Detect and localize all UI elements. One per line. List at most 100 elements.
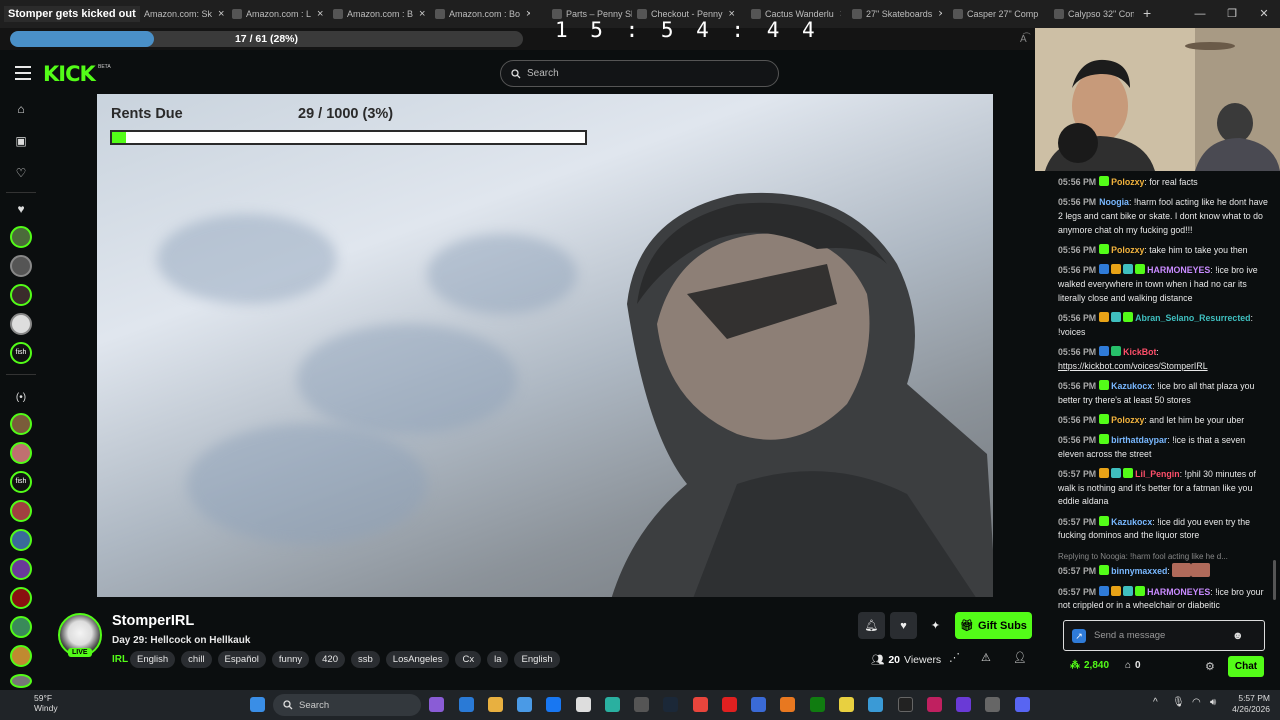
wifi-icon[interactable]: ◠ (1192, 697, 1201, 708)
minimize-icon[interactable]: — (1184, 0, 1216, 28)
chat-username[interactable]: binnymaxxed (1111, 566, 1167, 576)
tab-close-icon[interactable]: × (218, 8, 224, 20)
stream-tag[interactable]: la (487, 651, 509, 668)
file-explorer-icon[interactable] (488, 697, 503, 712)
taskbar-app-icon[interactable] (751, 697, 766, 712)
restore-icon[interactable]: ❐ (1216, 0, 1248, 28)
terminal-icon[interactable] (898, 697, 913, 712)
taskbar-app-icon[interactable] (780, 697, 795, 712)
stream-tag[interactable]: Cx (455, 651, 482, 668)
chat-username[interactable]: Noogia (1099, 197, 1129, 207)
search-bar[interactable]: Search (500, 60, 779, 87)
discord-icon[interactable] (1015, 697, 1030, 712)
taskbar-app-icon[interactable] (985, 697, 1000, 712)
store-app-icon[interactable] (517, 697, 532, 712)
followed-channel-avatar[interactable] (10, 313, 32, 335)
taskbar-app-icon[interactable] (459, 697, 474, 712)
stream-tag[interactable]: 420 (315, 651, 345, 668)
youtube-icon[interactable] (722, 697, 737, 712)
home-icon[interactable]: ⌂ (10, 98, 32, 120)
stream-category[interactable]: IRL (112, 654, 128, 665)
follow-button[interactable]: ♥ (890, 612, 917, 639)
amazon-icon[interactable] (576, 697, 591, 712)
stream-tag[interactable]: English (130, 651, 176, 668)
recommended-channel-avatar[interactable] (10, 500, 32, 522)
calculator-icon[interactable] (634, 697, 649, 712)
chat-username[interactable]: Polozxy (1111, 177, 1144, 187)
chat-username[interactable]: Polozxy (1111, 415, 1144, 425)
recommended-channel-avatar[interactable] (10, 645, 32, 667)
chat-username[interactable]: KickBot (1123, 347, 1156, 357)
kick-logo[interactable]: KICK (43, 62, 96, 86)
video-player[interactable] (97, 94, 993, 597)
stream-tag[interactable]: ssb (351, 651, 380, 668)
chat-username[interactable]: HARMONEYES (1147, 587, 1210, 597)
recommended-channel-avatar[interactable] (10, 674, 32, 688)
gift-subs-button[interactable]: 🎁︎ Gift Subs (955, 612, 1032, 639)
tab-close-icon[interactable]: × (317, 8, 323, 20)
taskbar-clock[interactable]: 5:57 PM 4/26/2026 (1228, 693, 1270, 715)
recommended-channel-avatar[interactable] (10, 616, 32, 638)
chat-send-button[interactable]: Chat (1228, 656, 1264, 677)
recommended-channel-avatar[interactable] (10, 587, 32, 609)
emoji-icon[interactable]: ☻ (1232, 630, 1244, 642)
stream-tag[interactable]: English (514, 651, 560, 668)
tiktok-icon[interactable] (927, 697, 942, 712)
chat-username[interactable]: Lil_Pengin (1135, 469, 1179, 479)
recommended-channel-avatar[interactable]: fish (10, 471, 32, 493)
xbox-icon[interactable] (810, 697, 825, 712)
stream-tag[interactable]: Español (217, 651, 266, 668)
chat-username[interactable]: Kazukocx (1111, 381, 1152, 391)
chat-username[interactable]: Abran_Selano_Resurrected (1135, 313, 1250, 323)
facebook-icon[interactable] (546, 697, 561, 712)
browser-tab[interactable]: Amazon.com : Bo × (435, 4, 530, 24)
browser-tab[interactable]: Amazon.com: Sk × (130, 4, 225, 24)
stream-tag[interactable]: funny (271, 651, 310, 668)
clip-button[interactable]: ✦ (922, 612, 949, 639)
browser-tab[interactable]: Calypso 32" Con× (1054, 4, 1134, 24)
add-user-icon[interactable]: 👤︎ (1013, 651, 1027, 664)
obs-icon[interactable] (956, 697, 971, 712)
tray-chevron-icon[interactable]: ^ (1153, 697, 1158, 708)
browser-tab[interactable]: 27" Skateboards × (852, 4, 942, 24)
followed-channel-avatar[interactable] (10, 284, 32, 306)
report-icon[interactable]: ⚠ (981, 651, 991, 664)
followed-channel-avatar[interactable] (10, 226, 32, 248)
new-tab-icon[interactable]: + (1143, 5, 1151, 21)
share-icon[interactable]: ⋰ (949, 651, 960, 664)
chat-message-link[interactable]: https://kickbot.com/voices/StomperIRL (1058, 361, 1208, 371)
sub-count[interactable]: ⌂ 0 (1125, 660, 1141, 671)
chat-username[interactable]: birthatdaypar (1111, 435, 1167, 445)
start-icon[interactable] (250, 697, 265, 712)
taskbar-app-icon[interactable] (429, 697, 444, 712)
close-window-icon[interactable]: ✕ (1248, 0, 1280, 28)
recommended-channel-avatar[interactable] (10, 413, 32, 435)
chat-username[interactable]: HARMONEYES (1147, 265, 1210, 275)
browser-tab[interactable]: Amazon.com : L × (232, 4, 327, 24)
streamer-name[interactable]: StomperIRL (112, 613, 194, 629)
channel-points[interactable]: ⁂ 2,840 (1070, 660, 1109, 671)
steam-icon[interactable] (663, 697, 678, 712)
followed-channel-avatar[interactable]: fish (10, 342, 32, 364)
edge-icon[interactable] (605, 697, 620, 712)
read-aloud-icon[interactable]: A͡ (1020, 34, 1027, 45)
stream-tag[interactable]: LosAngeles (385, 651, 450, 668)
recommended-channel-avatar[interactable] (10, 442, 32, 464)
chat-scrollbar[interactable] (1273, 560, 1276, 600)
chrome-icon[interactable] (693, 697, 708, 712)
browse-icon[interactable]: ▣ (10, 130, 32, 152)
tab-close-icon[interactable]: × (938, 8, 942, 20)
notification-bell-button[interactable]: 🔔︎ (858, 612, 885, 639)
weather-widget[interactable]: 59°F Windy (12, 693, 58, 713)
chat-settings-icon[interactable]: ⚙ (1205, 660, 1215, 673)
taskbar-search[interactable]: Search (273, 694, 421, 716)
recommended-channel-avatar[interactable] (10, 529, 32, 551)
tab-close-icon[interactable]: × (526, 8, 530, 20)
chat-input-box[interactable]: ↗ ☻ (1063, 620, 1265, 651)
volume-icon[interactable]: 🔊︎ (1210, 697, 1216, 708)
followed-channel-avatar[interactable] (10, 255, 32, 277)
chat-message-input[interactable] (1094, 630, 1224, 641)
chat-username[interactable]: Kazukocx (1111, 517, 1152, 527)
sticky-notes-icon[interactable] (839, 697, 854, 712)
microphone-icon[interactable]: 🎙︎ (1172, 697, 1185, 708)
